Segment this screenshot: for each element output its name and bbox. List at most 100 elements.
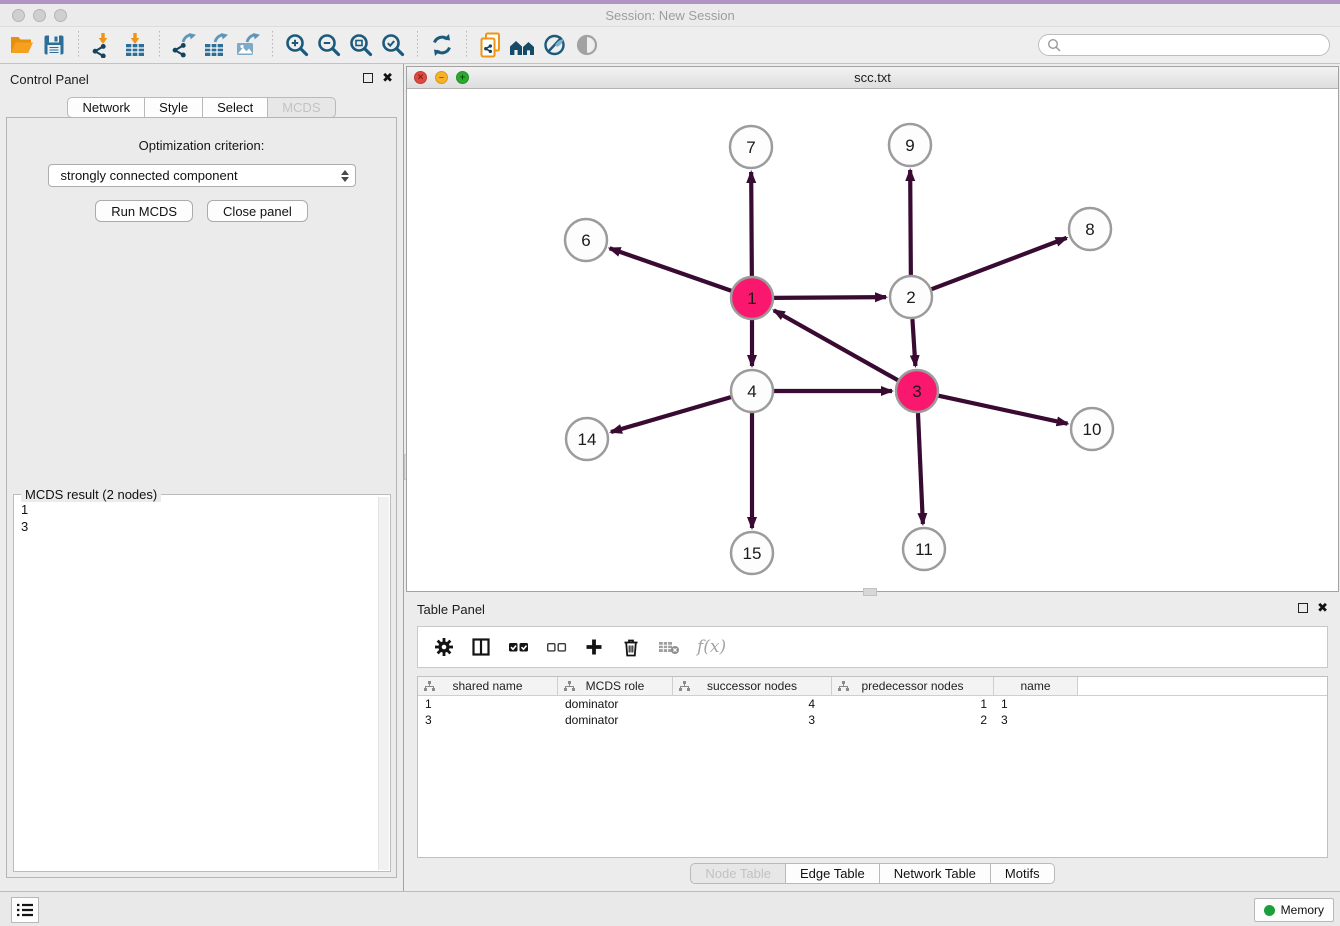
table-cell[interactable]: dominator bbox=[558, 697, 673, 711]
column-header-successor-nodes[interactable]: successor nodes bbox=[673, 677, 832, 695]
network-window: ✕ – + scc.txt 7 9 6 8 1 2 4 3 14 10 15 11 bbox=[406, 66, 1339, 592]
graph-node-3[interactable]: 3 bbox=[896, 370, 938, 412]
criterion-select[interactable]: strongly connected component bbox=[48, 164, 356, 187]
graph-edge-2-9[interactable] bbox=[910, 170, 911, 275]
application-window: Session: New Session Control Pa bbox=[0, 0, 1340, 926]
table-cell[interactable]: 3 bbox=[994, 713, 1078, 727]
graph-node-2[interactable]: 2 bbox=[890, 276, 932, 318]
float-panel-icon[interactable] bbox=[363, 73, 373, 83]
graph-edge-1-7[interactable] bbox=[751, 172, 752, 276]
show-details-button[interactable] bbox=[571, 30, 603, 60]
graph-node-11[interactable]: 11 bbox=[903, 528, 945, 570]
network-document-button[interactable] bbox=[475, 30, 507, 60]
export-network-button[interactable] bbox=[168, 30, 200, 60]
save-session-button[interactable] bbox=[38, 30, 70, 60]
search-input[interactable] bbox=[1066, 38, 1321, 52]
tab-style[interactable]: Style bbox=[145, 97, 203, 118]
graph-node-4[interactable]: 4 bbox=[731, 370, 773, 412]
graph-node-14[interactable]: 14 bbox=[566, 418, 608, 460]
table-cell[interactable]: 1 bbox=[832, 697, 994, 711]
tab-mcds[interactable]: MCDS bbox=[268, 97, 335, 118]
graph-node-15[interactable]: 15 bbox=[731, 532, 773, 574]
table-row[interactable]: 1dominator411 bbox=[418, 696, 1327, 712]
table-cell[interactable]: 4 bbox=[673, 697, 832, 711]
float-panel-icon[interactable] bbox=[1298, 603, 1308, 613]
close-panel-icon[interactable]: ✖ bbox=[382, 72, 393, 84]
graph-edge-1-2[interactable] bbox=[774, 297, 886, 298]
table-cell[interactable]: dominator bbox=[558, 713, 673, 727]
splitter-handle[interactable] bbox=[863, 588, 877, 596]
graph-edge-4-14[interactable] bbox=[611, 397, 731, 432]
zoom-in-button[interactable] bbox=[281, 30, 313, 60]
graph-node-8[interactable]: 8 bbox=[1069, 208, 1111, 250]
graph-edge-3-1[interactable] bbox=[774, 310, 898, 380]
graph-node-9[interactable]: 9 bbox=[889, 124, 931, 166]
graph-node-6[interactable]: 6 bbox=[565, 219, 607, 261]
table-row[interactable]: 3dominator323 bbox=[418, 712, 1327, 728]
close-panel-icon[interactable]: ✖ bbox=[1317, 602, 1328, 614]
export-table-button[interactable] bbox=[200, 30, 232, 60]
network-document-icon bbox=[478, 32, 504, 58]
tab-network-table[interactable]: Network Table bbox=[880, 863, 991, 884]
zoom-out-icon bbox=[316, 32, 342, 58]
zoom-fit-button[interactable] bbox=[345, 30, 377, 60]
column-header-name[interactable]: name bbox=[994, 677, 1078, 695]
close-panel-button[interactable]: Close panel bbox=[207, 200, 308, 222]
toolbar-separator bbox=[417, 31, 418, 59]
tab-select[interactable]: Select bbox=[203, 97, 268, 118]
graph-edge-1-6[interactable] bbox=[610, 248, 732, 290]
network-canvas[interactable]: 7 9 6 8 1 2 4 3 14 10 15 11 bbox=[407, 89, 1338, 591]
column-header-shared-name[interactable]: shared name bbox=[418, 677, 558, 695]
tab-network[interactable]: Network bbox=[67, 97, 145, 118]
export-image-button[interactable] bbox=[232, 30, 264, 60]
export-image-icon bbox=[235, 32, 261, 58]
import-table-button[interactable] bbox=[119, 30, 151, 60]
graph-node-label: 6 bbox=[581, 231, 590, 250]
tab-edge-table[interactable]: Edge Table bbox=[786, 863, 880, 884]
mcds-result-text[interactable]: 1 3 bbox=[14, 497, 378, 871]
style-brush-button[interactable] bbox=[539, 30, 571, 60]
table-settings-button[interactable] bbox=[434, 632, 454, 662]
result-scrollbar[interactable] bbox=[378, 497, 389, 870]
task-history-button[interactable] bbox=[11, 897, 39, 923]
table-cell[interactable]: 2 bbox=[832, 713, 994, 727]
table-cell[interactable]: 3 bbox=[418, 713, 558, 727]
function-builder-button[interactable]: f(x) bbox=[697, 632, 726, 662]
run-mcds-button[interactable]: Run MCDS bbox=[95, 200, 193, 222]
table-panel-title: Table Panel bbox=[417, 602, 485, 617]
delete-row-button[interactable] bbox=[621, 632, 641, 662]
table-toolbar: f(x) bbox=[417, 626, 1328, 668]
column-header-predecessor-nodes[interactable]: predecessor nodes bbox=[832, 677, 994, 695]
node-table: shared name MCDS role successor nodes pr… bbox=[417, 676, 1328, 858]
graph-node-7[interactable]: 7 bbox=[730, 126, 772, 168]
zoom-out-button[interactable] bbox=[313, 30, 345, 60]
column-header-mcds-role[interactable]: MCDS role bbox=[558, 677, 673, 695]
select-all-button[interactable] bbox=[508, 632, 529, 662]
graph-edge-2-3[interactable] bbox=[912, 319, 915, 366]
tab-motifs[interactable]: Motifs bbox=[991, 863, 1055, 884]
tab-node-table[interactable]: Node Table bbox=[690, 863, 786, 884]
graph-edge-3-11[interactable] bbox=[918, 413, 923, 524]
table-cell[interactable]: 1 bbox=[994, 697, 1078, 711]
memory-button[interactable]: Memory bbox=[1254, 898, 1334, 922]
open-session-button[interactable] bbox=[6, 30, 38, 60]
refresh-button[interactable] bbox=[426, 30, 458, 60]
table-cell[interactable]: 3 bbox=[673, 713, 832, 727]
search-box bbox=[1038, 34, 1330, 56]
add-row-button[interactable] bbox=[584, 632, 604, 662]
home-button[interactable] bbox=[507, 30, 539, 60]
show-columns-button[interactable] bbox=[471, 632, 491, 662]
graph-node-10[interactable]: 10 bbox=[1071, 408, 1113, 450]
graph-edge-2-8[interactable] bbox=[932, 238, 1067, 289]
delete-table-button[interactable] bbox=[658, 632, 680, 662]
deselect-all-button[interactable] bbox=[546, 632, 567, 662]
network-window-titlebar[interactable]: ✕ – + scc.txt bbox=[407, 67, 1338, 89]
zoom-selected-button[interactable] bbox=[377, 30, 409, 60]
export-network-icon bbox=[171, 32, 197, 58]
table-cell[interactable]: 1 bbox=[418, 697, 558, 711]
graph-node-1[interactable]: 1 bbox=[731, 277, 773, 319]
optimization-criterion-label: Optimization criterion: bbox=[7, 138, 396, 153]
graph-edge-3-10[interactable] bbox=[938, 396, 1067, 424]
import-network-button[interactable] bbox=[87, 30, 119, 60]
control-panel-title: Control Panel bbox=[10, 72, 89, 87]
